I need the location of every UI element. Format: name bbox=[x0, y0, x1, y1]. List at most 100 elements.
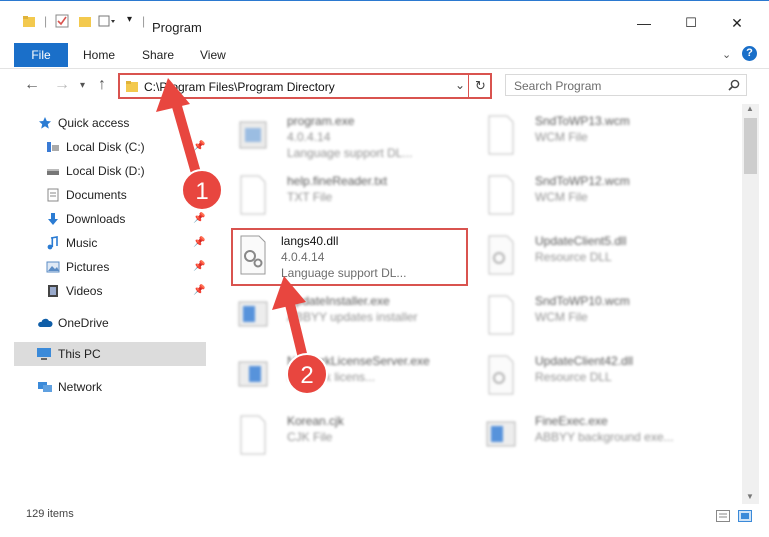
file-item[interactable]: SndToWP12.wcm WCM File bbox=[475, 168, 710, 224]
exe-icon bbox=[238, 361, 268, 387]
pin-icon[interactable]: 📌 bbox=[193, 237, 205, 248]
sidebar-item-label: This PC bbox=[58, 347, 101, 361]
videos-icon bbox=[48, 285, 58, 297]
document-icon bbox=[488, 175, 514, 215]
sidebar-item-pictures[interactable]: Pictures 📌 bbox=[0, 256, 206, 278]
pin-icon[interactable]: 📌 bbox=[193, 261, 205, 272]
file-type: Resource DLL bbox=[535, 250, 612, 264]
sidebar-item-this-pc[interactable]: This PC bbox=[14, 342, 206, 366]
ribbon: File Home Share View ⌄ ? bbox=[0, 42, 769, 69]
forward-arrow-icon[interactable]: → bbox=[54, 76, 70, 94]
file-name: UpdateInstaller.exe bbox=[287, 294, 390, 308]
drive-icon bbox=[47, 169, 59, 175]
document-icon bbox=[240, 415, 266, 455]
file-name: UpdateClient5.dll bbox=[535, 234, 627, 248]
new-folder-icon[interactable] bbox=[78, 14, 92, 28]
back-arrow-icon[interactable]: ← bbox=[24, 76, 40, 94]
address-bar[interactable]: C:\Program Files\Program Directory ⌄ ↻ bbox=[118, 73, 492, 99]
close-button[interactable]: ✕ bbox=[729, 15, 745, 31]
file-item[interactable]: UpdateClient42.dll Resource DLL bbox=[475, 348, 710, 404]
search-input[interactable]: Search Program bbox=[514, 79, 601, 93]
vertical-scrollbar[interactable]: ▲ ▼ bbox=[742, 104, 759, 504]
expand-ribbon-icon[interactable]: ⌄ bbox=[722, 48, 731, 61]
dll-gear-icon bbox=[488, 235, 514, 275]
search-box[interactable]: Search Program bbox=[505, 74, 747, 96]
sidebar-item-label: Music bbox=[66, 236, 98, 250]
download-icon bbox=[48, 213, 58, 225]
file-type: Network licens... bbox=[287, 370, 376, 384]
address-dropdown-icon[interactable]: ⌄ bbox=[455, 78, 465, 92]
file-item[interactable]: SndToWP10.wcm WCM File bbox=[475, 288, 710, 344]
pin-icon[interactable]: 📌 bbox=[193, 285, 205, 296]
pin-icon[interactable]: 📌 bbox=[193, 141, 205, 152]
sidebar-item-label: Network bbox=[58, 380, 103, 394]
details-view-icon[interactable] bbox=[716, 510, 730, 522]
file-item[interactable]: help.fineReader.txt TXT File bbox=[227, 168, 462, 224]
sidebar-item-documents[interactable]: Documents bbox=[0, 184, 206, 206]
sidebar-item-quick-access[interactable]: Quick access bbox=[0, 112, 206, 134]
file-item[interactable]: UpdateInstaller.exe ABBYY updates instal… bbox=[227, 288, 462, 344]
up-arrow-icon[interactable]: ↑ bbox=[98, 76, 106, 94]
file-list: program.exe 4.0.4.14 Language support DL… bbox=[215, 104, 742, 504]
sidebar-item-local-disk-d[interactable]: Local Disk (D:) bbox=[0, 160, 206, 182]
computer-icon bbox=[37, 348, 51, 360]
document-icon bbox=[488, 115, 514, 155]
sidebar-item-label: Documents bbox=[66, 188, 127, 202]
tab-share[interactable]: Share bbox=[142, 48, 174, 62]
file-item[interactable]: SndToWP13.wcm WCM File bbox=[475, 108, 710, 164]
file-item[interactable]: FineExec.exe ABBYY background exe... bbox=[475, 408, 710, 464]
file-item[interactable]: program.exe 4.0.4.14 Language support DL… bbox=[227, 108, 462, 164]
sidebar-item-label: Local Disk (C:) bbox=[66, 140, 145, 154]
network-icon bbox=[38, 382, 52, 392]
documents-icon bbox=[47, 188, 59, 202]
document-icon bbox=[488, 295, 514, 335]
navigation-pane: Quick access Local Disk (C:) 📌 Local Dis… bbox=[0, 104, 210, 504]
file-name: help.fineReader.txt bbox=[287, 174, 388, 188]
folder-icon bbox=[23, 16, 35, 27]
minimize-button[interactable]: — bbox=[636, 15, 652, 31]
properties-icon[interactable] bbox=[55, 14, 69, 28]
file-item[interactable]: UpdateClient5.dll Resource DLL bbox=[475, 228, 710, 284]
cloud-icon bbox=[38, 318, 53, 327]
maximize-button[interactable]: ☐ bbox=[683, 15, 699, 31]
refresh-icon[interactable]: ↻ bbox=[475, 78, 486, 94]
document-icon bbox=[240, 175, 266, 215]
scroll-thumb[interactable] bbox=[744, 118, 757, 174]
file-item[interactable]: Korean.cjk CJK File bbox=[227, 408, 462, 464]
sidebar-item-label: OneDrive bbox=[58, 316, 109, 330]
sidebar-item-onedrive[interactable]: OneDrive bbox=[0, 312, 206, 334]
file-item[interactable]: NetworkLicenseServer.exe Network licens.… bbox=[227, 348, 462, 404]
sidebar-item-downloads[interactable]: Downloads 📌 bbox=[0, 208, 206, 230]
file-name: program.exe bbox=[287, 114, 355, 128]
sidebar-item-local-disk-c[interactable]: Local Disk (C:) 📌 bbox=[0, 136, 206, 158]
sidebar-item-music[interactable]: Music 📌 bbox=[0, 232, 206, 254]
exe-icon bbox=[239, 121, 267, 149]
large-icons-view-icon[interactable] bbox=[738, 510, 752, 522]
sidebar-item-videos[interactable]: Videos 📌 bbox=[0, 280, 206, 302]
separator: | bbox=[142, 14, 146, 28]
file-name: SndToWP13.wcm bbox=[535, 114, 630, 128]
scroll-down-icon[interactable]: ▼ bbox=[746, 492, 754, 501]
tab-home[interactable]: Home bbox=[83, 48, 115, 62]
file-type: ABBYY background exe... bbox=[535, 430, 674, 444]
pin-icon[interactable]: 📌 bbox=[193, 213, 205, 224]
file-tab[interactable]: File bbox=[14, 43, 68, 67]
file-name: SndToWP10.wcm bbox=[535, 294, 630, 308]
quick-access-dropdown-icon[interactable]: ▾ bbox=[127, 14, 132, 25]
file-version: 4.0.4.14 bbox=[287, 130, 331, 144]
separator: | bbox=[44, 14, 48, 28]
file-name: FineExec.exe bbox=[535, 414, 608, 428]
status-bar: 129 items bbox=[0, 504, 769, 537]
drive-icon bbox=[47, 142, 59, 152]
scroll-up-icon[interactable]: ▲ bbox=[746, 104, 754, 113]
divider bbox=[468, 75, 469, 97]
file-name: Korean.cjk bbox=[287, 414, 344, 428]
sidebar-item-label: Downloads bbox=[66, 212, 126, 226]
tab-view[interactable]: View bbox=[200, 48, 226, 62]
customize-icon[interactable] bbox=[98, 14, 116, 28]
recent-locations-icon[interactable]: ▾ bbox=[80, 80, 85, 91]
highlight-box bbox=[231, 228, 468, 286]
sidebar-item-network[interactable]: Network bbox=[0, 376, 206, 398]
sidebar-item-label: Quick access bbox=[58, 116, 130, 130]
help-icon[interactable]: ? bbox=[742, 46, 757, 61]
